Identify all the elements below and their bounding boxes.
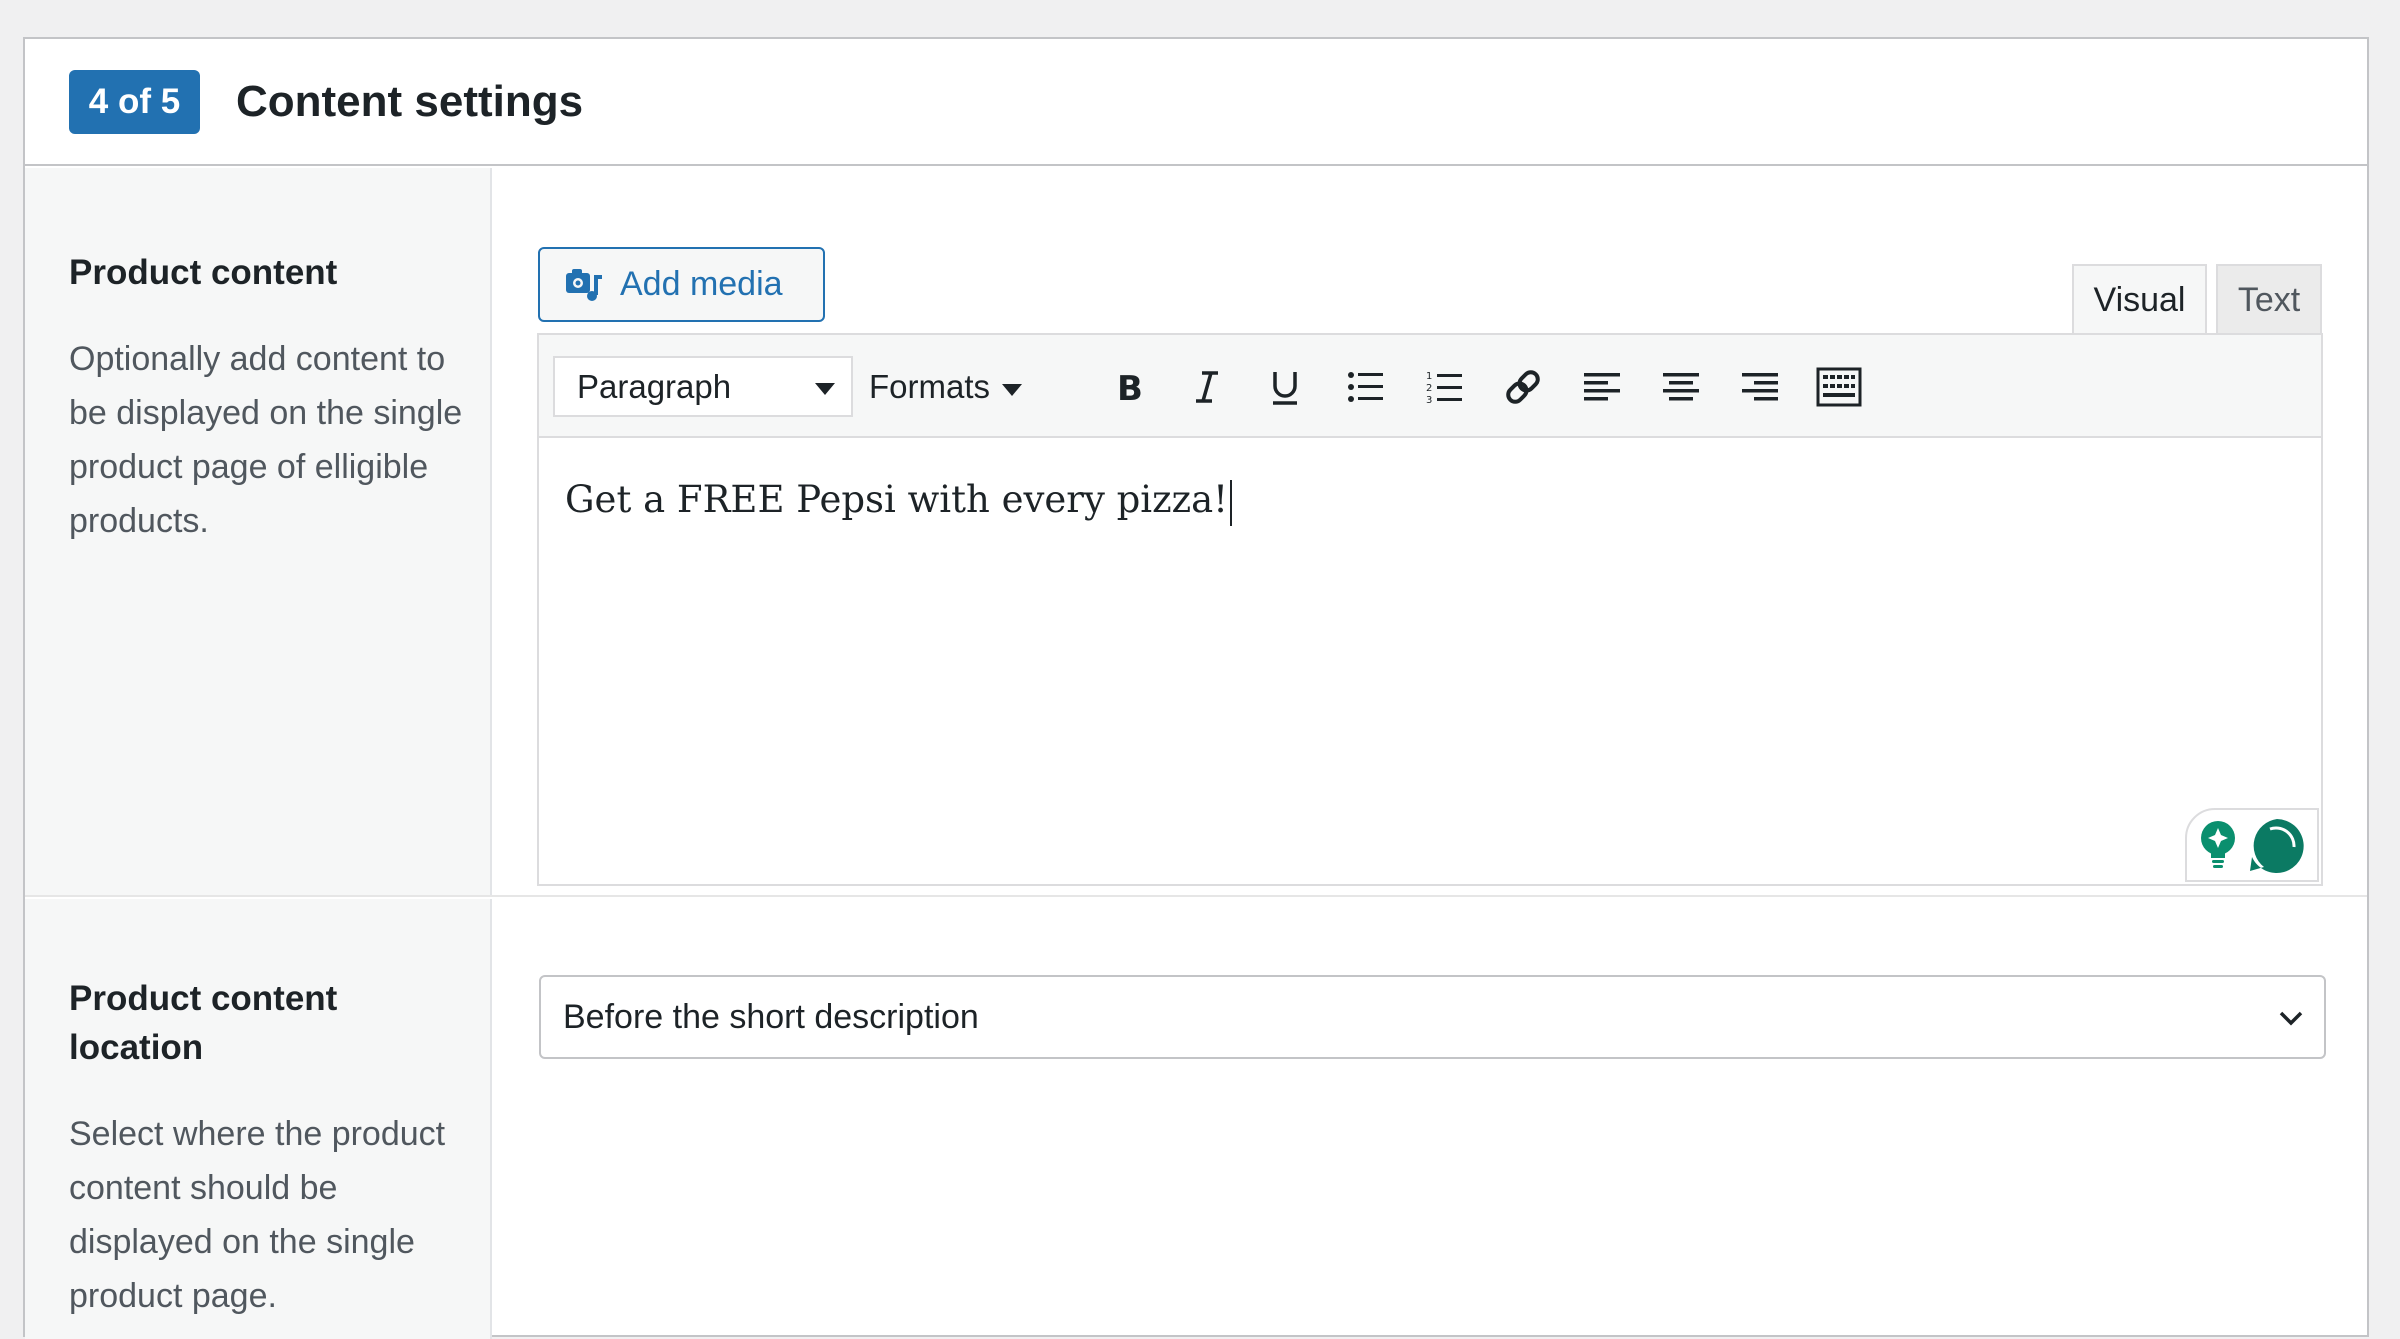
add-media-label: Add media [620,265,783,303]
location-label-column: Product content location Select where th… [25,899,492,1339]
chevron-down-icon [2276,1003,2306,1033]
location-description: Select where the product content should … [69,1115,446,1315]
bold-icon: B [1117,369,1143,405]
svg-text:2: 2 [1426,383,1432,394]
rich-text-editor: Paragraph Formats B 1 2 3 Get a FREE Pep… [537,333,2323,886]
formats-label: Formats [869,367,991,405]
location-label: Product content location [69,979,338,1067]
insert-link-button[interactable] [1493,357,1553,417]
block-format-value: Paragraph [577,367,732,405]
svg-text:1: 1 [1426,371,1432,382]
product-content-location-row: Product content location Select where th… [25,899,2367,1339]
product-content-label: Product content [69,253,338,292]
dropdown-caret-icon [1002,383,1023,396]
content-settings-panel: 4 of 5 Content settings Product content … [23,37,2369,1339]
location-selected-value: Before the short description [563,997,979,1036]
tab-text[interactable]: Text [2216,264,2322,335]
writing-assistant-widget [2185,808,2319,882]
bold-button[interactable]: B [1099,357,1159,417]
align-right-icon [1742,373,1778,401]
numbered-list-icon: 1 2 3 [1426,371,1462,405]
product-content-description: Optionally add content to be displayed o… [69,340,463,540]
link-icon [1506,370,1540,404]
bulleted-list-button[interactable] [1335,357,1395,417]
align-left-button[interactable] [1572,357,1632,417]
toolbar-toggle-button[interactable] [1809,357,1869,417]
dropdown-caret-icon [815,383,835,395]
italic-icon [1196,371,1218,403]
block-format-select[interactable]: Paragraph [553,356,853,417]
align-right-button[interactable] [1730,357,1790,417]
editor-text-content: Get a FREE Pepsi with every pizza! [565,478,1229,521]
svg-text:3: 3 [1426,395,1432,405]
location-select[interactable]: Before the short description [539,975,2326,1059]
toolbar-toggle-icon [1816,367,1862,407]
add-media-icon [564,265,604,305]
step-badge: 4 of 5 [69,70,200,134]
text-cursor [1230,479,1233,526]
underline-button[interactable] [1255,357,1315,417]
panel-title: Content settings [236,77,584,126]
product-content-row: Product content Optionally add content t… [25,168,2367,897]
editor-text[interactable]: Get a FREE Pepsi with every pizza! [565,474,1233,526]
svg-text:B: B [1117,369,1143,405]
chat-bubble-icon[interactable] [2248,817,2306,873]
align-left-icon [1584,373,1620,401]
panel-header: 4 of 5 Content settings [25,39,2367,166]
align-center-icon [1663,373,1699,401]
italic-button[interactable] [1177,357,1237,417]
tab-visual[interactable]: Visual [2072,264,2207,335]
editor-content-area[interactable]: Get a FREE Pepsi with every pizza! [539,438,2321,884]
add-media-button[interactable]: Add media [538,247,825,322]
product-content-label-column: Product content Optionally add content t… [25,168,492,895]
editor-toolbar: Paragraph Formats B 1 2 3 [539,335,2321,438]
formats-menu-button[interactable]: Formats [869,356,1023,417]
bulleted-list-icon [1348,372,1383,402]
align-center-button[interactable] [1651,357,1711,417]
lightbulb-icon[interactable] [2198,820,2238,870]
underline-icon [1273,372,1297,405]
numbered-list-button[interactable]: 1 2 3 [1414,357,1474,417]
